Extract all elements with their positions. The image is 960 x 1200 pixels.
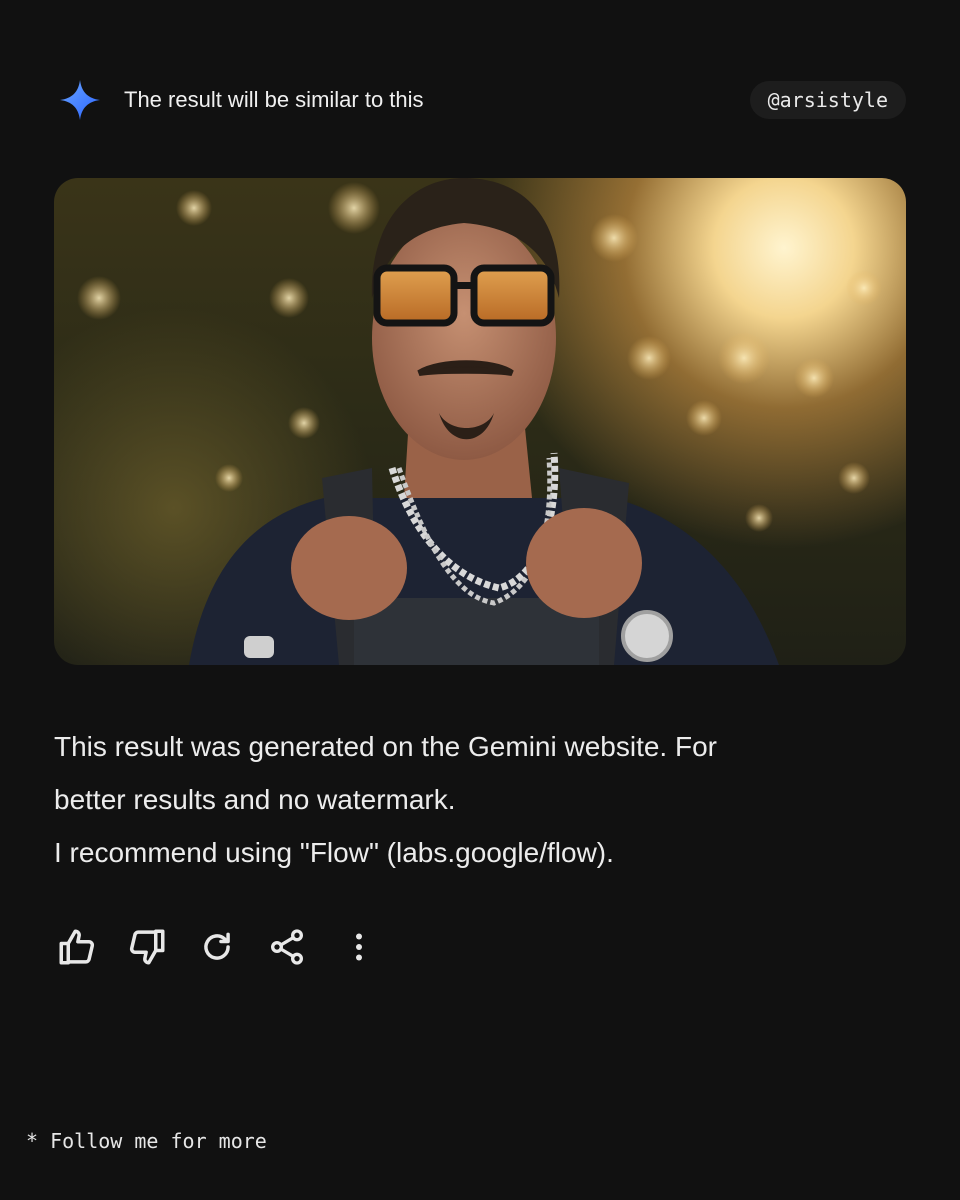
message-line: I recommend using "Flow" (labs.google/fl… — [54, 837, 614, 868]
message-line: better results and no watermark. — [54, 784, 456, 815]
share-button[interactable] — [264, 924, 310, 970]
gemini-sparkle-icon — [60, 80, 100, 120]
handle-badge[interactable]: @arsistyle — [749, 81, 906, 119]
more-options-button[interactable] — [336, 924, 382, 970]
message-line: This result was generated on the Gemini … — [54, 731, 717, 762]
header: The result will be similar to this @arsi… — [58, 78, 906, 122]
response-message: This result was generated on the Gemini … — [54, 720, 874, 879]
generated-portrait-image — [54, 178, 906, 665]
footer-cta: * Follow me for more — [26, 1129, 267, 1153]
regenerate-button[interactable] — [194, 924, 240, 970]
thumbs-up-button[interactable] — [54, 924, 100, 970]
thumbs-down-icon — [129, 929, 165, 965]
share-icon — [271, 929, 303, 965]
thumbs-up-icon — [59, 929, 95, 965]
header-title: The result will be similar to this — [124, 87, 424, 112]
more-options-icon — [356, 933, 362, 961]
thumbs-down-button[interactable] — [124, 924, 170, 970]
regenerate-icon — [204, 932, 230, 960]
